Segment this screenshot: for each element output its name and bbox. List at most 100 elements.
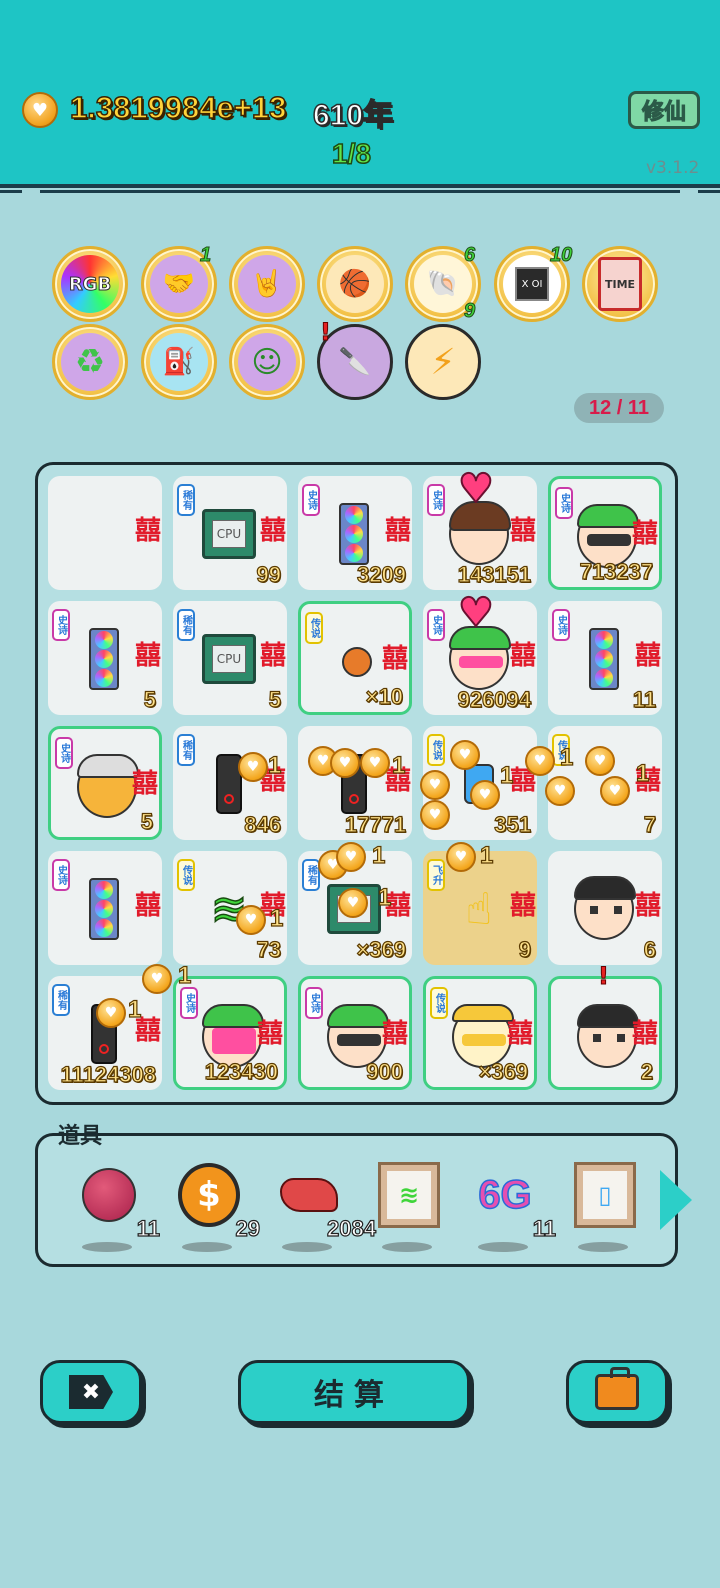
badge-formula-face[interactable]: ☺ xyxy=(229,324,305,400)
board-cell-face-green[interactable]: 史诗囍 713237 xyxy=(548,476,662,590)
rarity-tag: 史诗 xyxy=(555,487,573,519)
item-count: 9 xyxy=(518,936,531,962)
board-cell-cpu[interactable]: 稀有 CPU 囍 5 xyxy=(173,601,287,715)
prop-liver[interactable]: 2084 xyxy=(270,1158,377,1252)
hand-icon: ☝ xyxy=(465,883,493,935)
xiuxian-button[interactable]: 修仙 xyxy=(628,91,700,129)
floating-coin-icon: ♥ xyxy=(545,776,575,806)
cpu-icon: CPU xyxy=(199,629,259,689)
badge-recycle[interactable]: ♻ xyxy=(52,324,128,400)
xi-symbol: 囍 xyxy=(381,1019,408,1049)
gpu-icon xyxy=(74,628,134,690)
item-count: 73 xyxy=(256,936,282,962)
badge-lightning[interactable]: ⚡ xyxy=(405,324,481,400)
floating-coin-icon: ♥ xyxy=(446,842,476,872)
briefcase-icon xyxy=(595,1367,639,1410)
board-cell-face-dark[interactable]: 囍6 xyxy=(548,851,662,965)
item-count: 17771 xyxy=(344,811,406,837)
green-hair-face-icon xyxy=(327,1004,389,1068)
heart-coin-icon: ♥ xyxy=(22,92,58,128)
floating-coin-icon: ♥ xyxy=(360,748,390,778)
floating-coin-icon: ♥ xyxy=(420,800,450,830)
xi-symbol: 囍 xyxy=(384,516,411,546)
prop-count: 11 xyxy=(532,1215,556,1241)
girl-avatar-icon xyxy=(449,501,511,565)
version-label: v3.1.2 xyxy=(646,158,700,178)
badge-time-magazine[interactable]: TIME xyxy=(582,246,658,322)
item-count: ×369 xyxy=(356,936,407,962)
header-divider-dash xyxy=(0,190,22,193)
board-cell-cpu[interactable]: 稀有 CPU 囍 99 xyxy=(173,476,287,590)
item-count: 143151 xyxy=(457,561,532,587)
board-cell-gpu[interactable]: 史诗囍 11 xyxy=(548,601,662,715)
board-cell-basket[interactable]: 传说囍 ×10 xyxy=(298,601,412,715)
board-cell-face-heart[interactable]: 史诗囍 123430 xyxy=(173,976,287,1090)
floating-coin-icon: ♥ xyxy=(585,746,615,776)
prop-6g[interactable]: 6G 11 xyxy=(466,1158,557,1252)
pink-glasses-face-icon xyxy=(449,626,511,690)
badge-pump[interactable]: ⛽ xyxy=(141,324,217,400)
rarity-tag: 史诗 xyxy=(55,737,73,769)
alert-icon: ! xyxy=(320,318,332,347)
item-count: 7 xyxy=(643,811,656,837)
board-cell-blank[interactable]: 囍 xyxy=(48,476,162,590)
board-cell-chick[interactable]: 史诗囍 5 xyxy=(48,726,162,840)
xi-symbol: 囍 xyxy=(634,891,661,921)
prop-lychee[interactable]: 11 xyxy=(70,1158,161,1252)
rarity-tag: 传说 xyxy=(305,612,323,644)
settle-button[interactable]: 结算 xyxy=(238,1360,470,1424)
board-cell-face-dark[interactable]: 囍2 xyxy=(548,976,662,1090)
time-magazine-icon: TIME xyxy=(598,257,642,311)
dollar-coin-icon: $ xyxy=(178,1163,240,1227)
prop-shadow xyxy=(82,1242,132,1252)
briefcase-button[interactable] xyxy=(566,1360,668,1424)
scroll-right-arrow-icon[interactable] xyxy=(660,1170,692,1230)
board-cell-gpu[interactable]: 史诗囍 3209 xyxy=(298,476,412,590)
prop-wifi-frame[interactable]: ≋ xyxy=(370,1158,450,1252)
board-cell-face-green[interactable]: 史诗囍 900 xyxy=(298,976,412,1090)
dark-hair-face-icon xyxy=(577,1004,639,1068)
item-count: 846 xyxy=(244,811,282,837)
board-cell-phone[interactable]: 稀有囍 846 xyxy=(173,726,287,840)
board-cell-phone[interactable]: 稀有囍 11124308 xyxy=(48,976,162,1090)
basketball-icon xyxy=(327,632,387,692)
floating-plus-one: 1 xyxy=(499,761,514,789)
item-count: 6 xyxy=(643,936,656,962)
board-cell-gpu[interactable]: 史诗囍 xyxy=(48,851,162,965)
close-button[interactable]: ✖ xyxy=(40,1360,142,1424)
header-divider xyxy=(0,184,720,188)
xi-symbol: 囍 xyxy=(509,891,536,921)
prop-dollar-coin[interactable]: $ 29 xyxy=(170,1158,261,1252)
prop-shadow xyxy=(182,1242,232,1252)
item-count: 713237 xyxy=(579,558,654,584)
badge-count-secondary: 9 xyxy=(463,300,476,323)
board-cell-gpu[interactable]: 史诗囍 5 xyxy=(48,601,162,715)
badge-rock-hand[interactable]: 🤘 xyxy=(229,246,305,322)
item-count: 5 xyxy=(143,686,156,712)
rarity-tag: 史诗 xyxy=(427,609,445,641)
rarity-tag: 传说 xyxy=(177,859,195,891)
rarity-tag: 传说 xyxy=(427,734,445,766)
item-count: 5 xyxy=(268,686,281,712)
floating-coin-icon: ♥ xyxy=(142,964,172,994)
item-count: 11124308 xyxy=(60,1061,157,1087)
stage-indicator: 1/8 xyxy=(331,137,371,170)
rarity-tag: 飞升 xyxy=(427,859,445,891)
item-count: ×10 xyxy=(365,683,404,709)
board-cell-king[interactable]: 传说囍 ×369 xyxy=(423,976,537,1090)
wifi-frame-icon: ≋ xyxy=(378,1162,440,1228)
rarity-tag: 史诗 xyxy=(180,987,198,1019)
prop-shadow xyxy=(578,1242,628,1252)
floating-plus-one: 1 xyxy=(479,841,494,869)
badge-rgb[interactable]: RGB xyxy=(52,246,128,322)
xi-symbol: 囍 xyxy=(259,516,286,546)
badge-basketballs[interactable]: 🏀 xyxy=(317,246,393,322)
badge-count: 1 xyxy=(199,244,212,267)
item-count: 123430 xyxy=(204,1058,279,1084)
rarity-tag: 史诗 xyxy=(302,484,320,516)
xi-symbol: 囍 xyxy=(134,516,161,546)
prop-phone-frame[interactable]: ▯ xyxy=(566,1158,646,1252)
cpu-icon: CPU xyxy=(199,504,259,564)
board-cell-phone[interactable]: 囍 17771 xyxy=(298,726,412,840)
header-divider-dash xyxy=(698,190,720,193)
